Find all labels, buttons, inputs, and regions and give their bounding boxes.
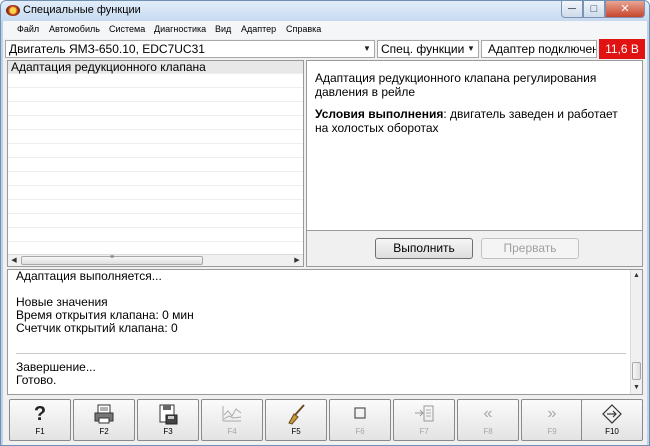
app-logo-icon [6, 5, 20, 16]
menu-diagnostics[interactable]: Диагностика [154, 24, 206, 34]
list-row-empty [8, 131, 303, 144]
minimize-button[interactable]: ─ [561, 1, 583, 18]
window-controls: ─ □ ✕ [561, 1, 645, 19]
list-row-empty [8, 145, 303, 158]
close-button[interactable]: ✕ [605, 1, 645, 18]
maximize-icon: □ [590, 3, 598, 15]
log-separator [16, 353, 626, 354]
function-key-bar: ? F1 F2 F3 F4 F5 F6 F7 « F8 » F9 F10 [3, 397, 647, 445]
mode-select-value: Спец. функции [381, 42, 465, 56]
save-icon [138, 403, 198, 425]
fkey-label: F2 [99, 427, 109, 436]
fkey-label: F5 [291, 427, 301, 436]
menu-system[interactable]: Система [109, 24, 145, 34]
log-line: Счетчик открытий клапана: 0 [16, 321, 178, 335]
list-row-empty [8, 215, 303, 228]
f5-clear-button[interactable]: F5 [265, 399, 327, 441]
run-button[interactable]: Выполнить [375, 238, 473, 259]
scroll-right-icon[interactable]: ▶ [291, 255, 303, 266]
minimize-icon: ─ [568, 3, 576, 15]
scroll-thumb[interactable]: ≡ [21, 254, 203, 265]
list-row-empty [8, 201, 303, 214]
grip-icon: ≡ [109, 254, 115, 261]
menu-bar: Файл Автомобиль Система Диагностика Вид … [3, 21, 647, 39]
list-item[interactable]: Адаптация редукционного клапана [8, 61, 303, 74]
client-area: Файл Автомобиль Система Диагностика Вид … [3, 21, 647, 445]
list-row-empty [8, 159, 303, 172]
adapter-status: Адаптер подключен [481, 40, 597, 58]
menu-help[interactable]: Справка [286, 24, 321, 34]
list-row-empty [8, 117, 303, 130]
engine-select-value: Двигатель ЯМЗ-650.10, EDC7UC31 [9, 42, 205, 56]
f7-import-button[interactable]: F7 [393, 399, 455, 441]
list-row-empty [8, 89, 303, 102]
chevron-down-icon: ▼ [363, 44, 371, 53]
list-item-label: Адаптация редукционного клапана [11, 60, 206, 74]
horizontal-scrollbar[interactable]: ◀ ≡ ▶ [8, 254, 303, 266]
f1-help-button[interactable]: ? F1 [9, 399, 71, 441]
menu-vehicle[interactable]: Автомобиль [49, 24, 100, 34]
abort-button[interactable]: Прервать [481, 238, 579, 259]
scroll-down-icon[interactable]: ▼ [631, 382, 642, 394]
f3-save-button[interactable]: F3 [137, 399, 199, 441]
help-icon: ? [33, 403, 47, 425]
app-window: Специальные функции ─ □ ✕ Файл Автомобил… [0, 0, 650, 446]
f8-rewind-button[interactable]: « F8 [457, 399, 519, 441]
description-text: Адаптация редукционного клапана регулиро… [315, 71, 597, 99]
fkey-label: F3 [163, 427, 173, 436]
menu-view[interactable]: Вид [215, 24, 231, 34]
chart-icon [202, 403, 262, 425]
menu-file[interactable]: Файл [17, 24, 39, 34]
scroll-left-icon[interactable]: ◀ [8, 255, 20, 266]
log-line: Готово. [16, 373, 57, 387]
list-row-empty [8, 103, 303, 116]
import-icon [394, 403, 454, 425]
close-icon: ✕ [620, 3, 630, 15]
window-title: Специальные функции [23, 4, 141, 16]
log-line: Адаптация выполняется... [16, 269, 162, 283]
engine-select[interactable]: Двигатель ЯМЗ-650.10, EDC7UC31 ▼ [5, 40, 375, 58]
toolbar: Двигатель ЯМЗ-650.10, EDC7UC31 ▼ Спец. ф… [3, 39, 647, 59]
function-list: Адаптация редукционного клапана ◀ ≡ ▶ [7, 60, 304, 267]
voltage-indicator: 11,6 В [599, 39, 645, 59]
f4-chart-button[interactable]: F4 [201, 399, 263, 441]
scroll-up-icon[interactable]: ▲ [631, 270, 642, 282]
action-bar: Выполнить Прервать [306, 231, 643, 267]
list-row-empty [8, 75, 303, 88]
exit-icon [582, 403, 642, 425]
fkey-label: F10 [605, 427, 619, 436]
f10-exit-button[interactable]: F10 [581, 399, 643, 441]
f9-forward-button[interactable]: » F9 [521, 399, 583, 441]
maximize-button[interactable]: □ [583, 1, 605, 18]
description-panel: Адаптация редукционного клапана регулиро… [306, 60, 643, 231]
stop-icon [330, 403, 390, 425]
print-icon [74, 403, 134, 425]
vertical-scrollbar[interactable]: ▲ ▼ [630, 270, 642, 394]
rewind-icon: « [483, 405, 493, 422]
conditions-text: Условия выполнения: двигатель заведен и … [315, 107, 634, 135]
scroll-thumb[interactable] [632, 362, 641, 380]
chevron-down-icon: ▼ [467, 44, 475, 53]
fkey-label: F1 [35, 427, 45, 436]
list-row-empty [8, 229, 303, 242]
f2-print-button[interactable]: F2 [73, 399, 135, 441]
menu-adapter[interactable]: Адаптер [241, 24, 276, 34]
conditions-label: Условия выполнения [315, 107, 444, 121]
title-bar[interactable]: Специальные функции ─ □ ✕ [1, 1, 649, 21]
f6-stop-button[interactable]: F6 [329, 399, 391, 441]
fkey-label: F4 [227, 427, 237, 436]
log-panel: Адаптация выполняется... Новые значения … [7, 269, 643, 395]
fkey-label: F9 [547, 427, 557, 436]
fkey-label: F6 [355, 427, 365, 436]
list-row-empty [8, 173, 303, 186]
mode-select[interactable]: Спец. функции ▼ [377, 40, 479, 58]
forward-icon: » [547, 405, 557, 422]
list-row-empty [8, 187, 303, 200]
fkey-label: F8 [483, 427, 493, 436]
fkey-label: F7 [419, 427, 429, 436]
broom-icon [266, 403, 326, 425]
